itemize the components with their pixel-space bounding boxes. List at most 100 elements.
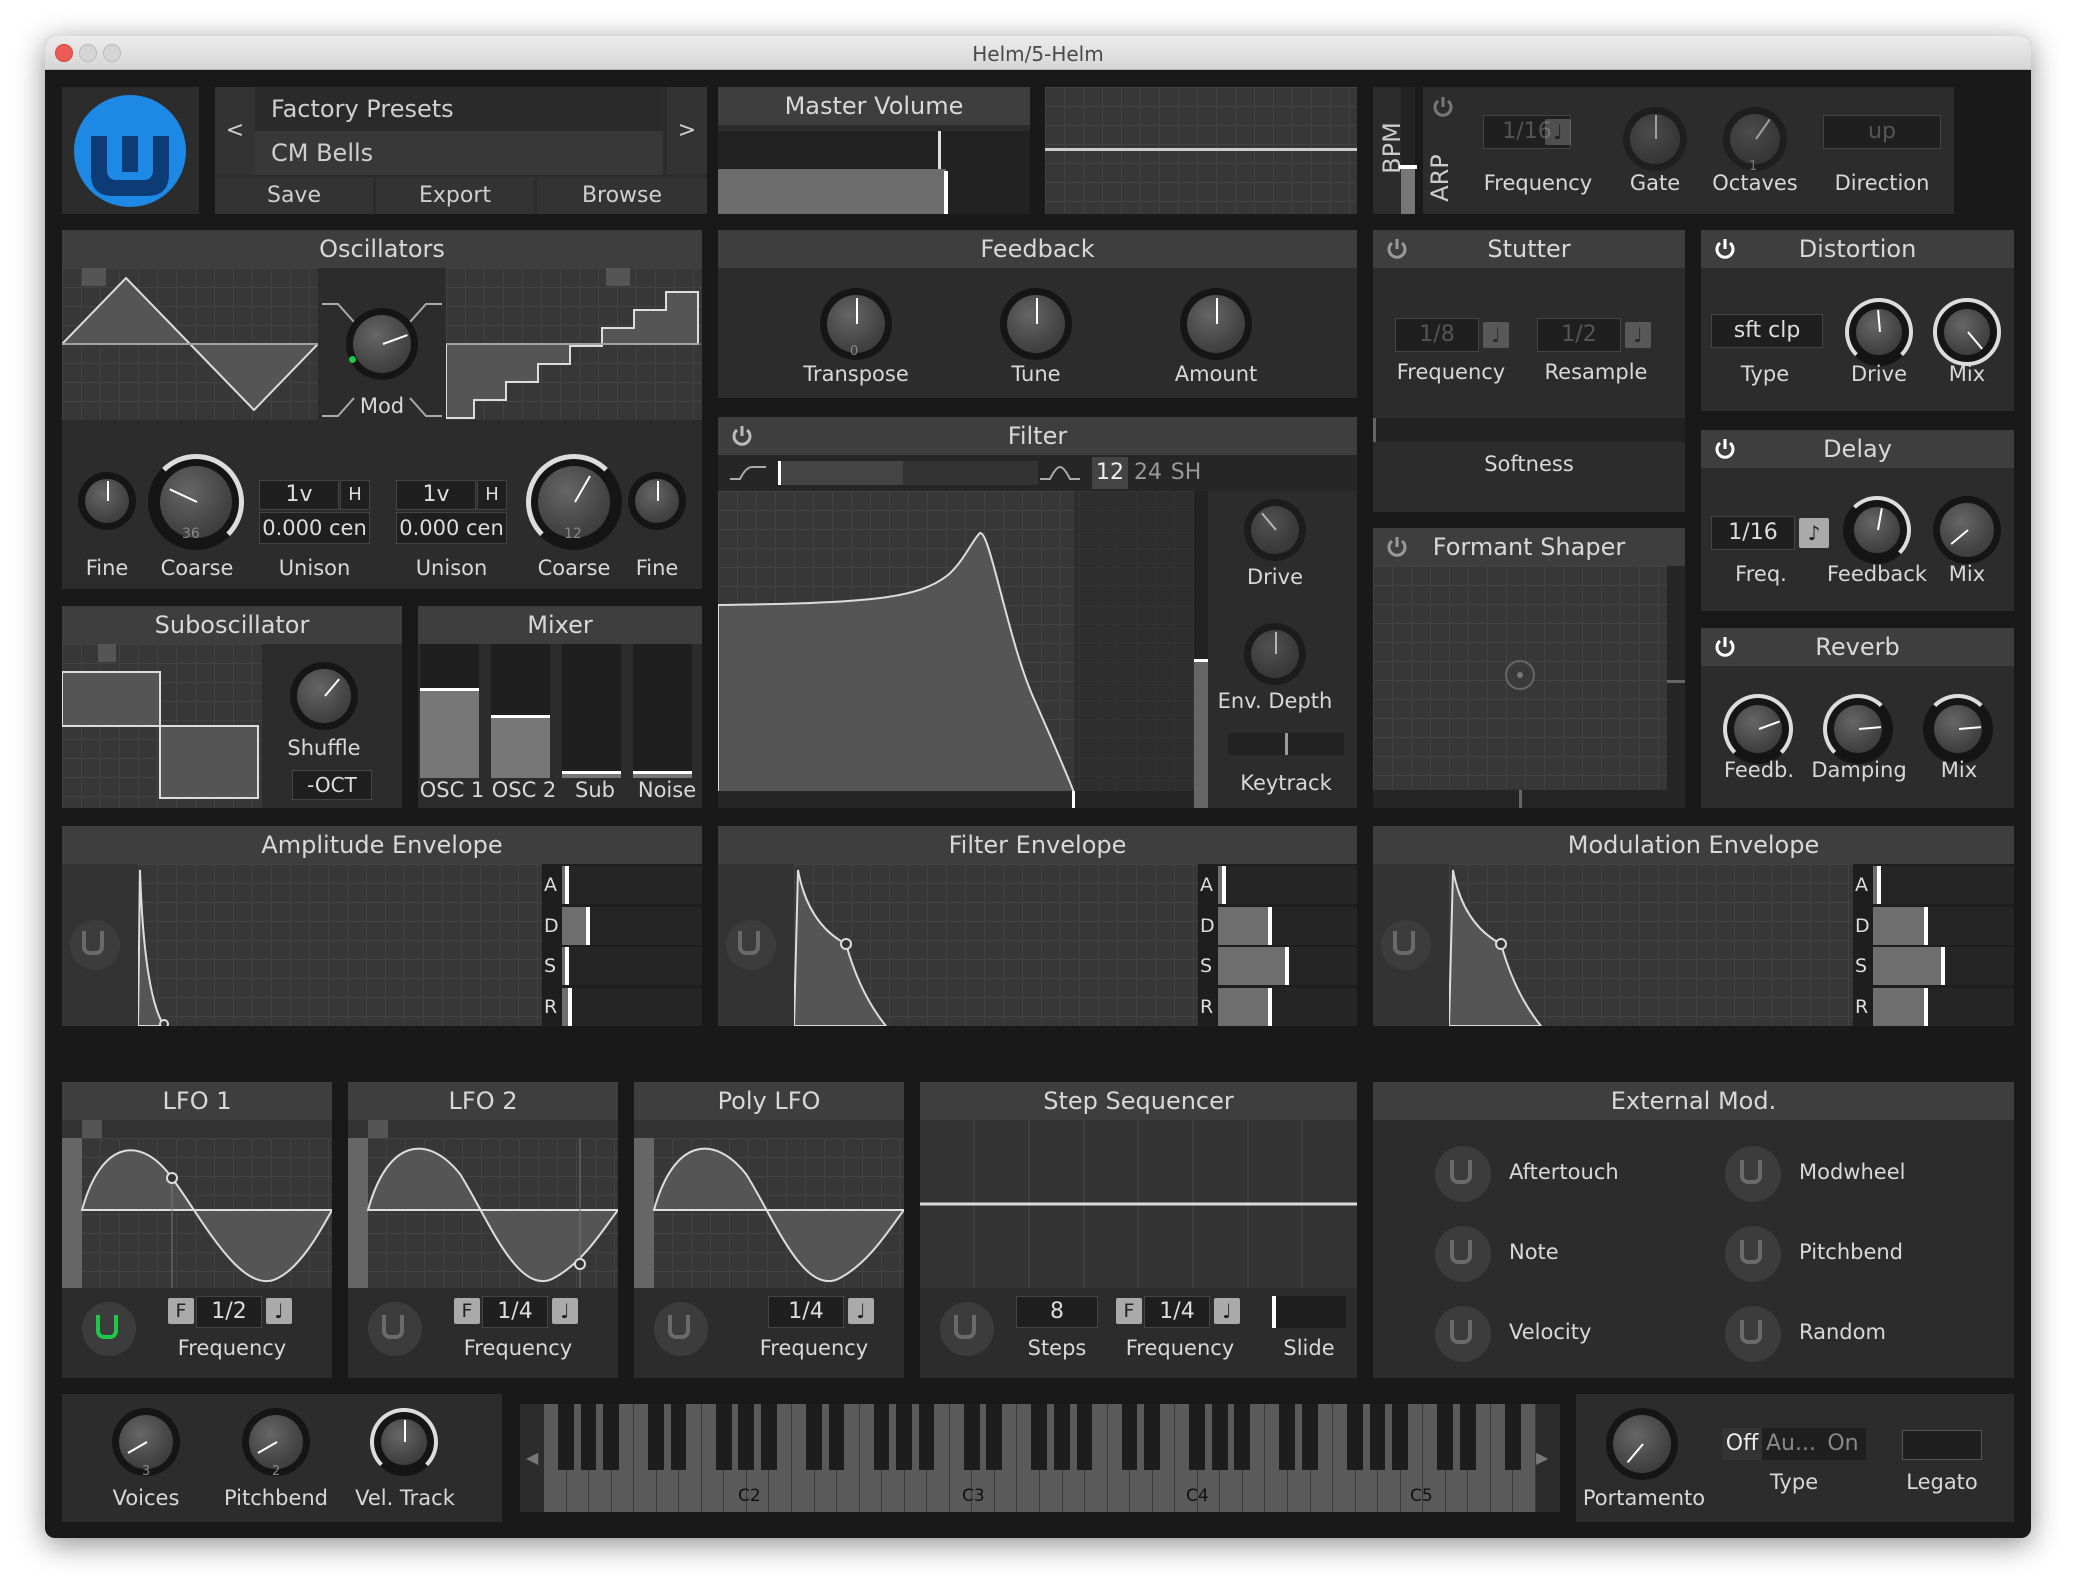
black-key[interactable] (557, 1404, 574, 1470)
delay-feedback-knob[interactable] (1843, 496, 1911, 564)
filter-slope-24[interactable]: 24 (1130, 457, 1166, 489)
delay-frequency-value[interactable]: 1/16 (1711, 516, 1795, 550)
reverb-damping-knob[interactable] (1823, 694, 1893, 764)
arp-gate-knob[interactable] (1623, 107, 1687, 171)
filter-env-depth-knob[interactable] (1244, 623, 1306, 685)
black-key[interactable] (1504, 1404, 1521, 1470)
mixer-slider-2[interactable] (491, 644, 550, 778)
mod-env-mod-source-icon[interactable] (1381, 920, 1431, 970)
black-key[interactable] (896, 1404, 912, 1470)
filter-keytrack-slider[interactable] (1228, 733, 1344, 755)
black-key[interactable] (1144, 1404, 1160, 1470)
step-seq-slide-slider[interactable] (1272, 1296, 1346, 1328)
black-key[interactable] (1121, 1404, 1138, 1470)
filter-power-icon[interactable] (730, 424, 754, 448)
poly-lfo-waveform[interactable] (634, 1138, 904, 1288)
osc1-waveform[interactable] (62, 268, 318, 420)
lfo2-free-toggle[interactable]: F (454, 1298, 480, 1324)
black-key[interactable] (1053, 1404, 1070, 1470)
env-r-slider[interactable] (1873, 987, 2014, 1026)
filter-env-graph[interactable] (794, 864, 1198, 1026)
save-button[interactable]: Save (215, 177, 373, 214)
env-a-slider[interactable] (1873, 866, 2014, 904)
osc1-unison-detune[interactable]: 0.000 cen (259, 512, 370, 544)
resample-tempo-sync-icon[interactable]: ♩ (1625, 322, 1651, 348)
delay-power-icon[interactable] (1713, 437, 1737, 461)
black-key[interactable] (1347, 1404, 1363, 1470)
distortion-type-value[interactable]: sft clp (1711, 314, 1823, 348)
feedback-amount-knob[interactable] (1180, 288, 1252, 360)
note-mod-icon[interactable] (1435, 1226, 1491, 1282)
mod-env-adsr-sliders[interactable]: ADSR (1853, 864, 2014, 1026)
black-key[interactable] (805, 1404, 822, 1470)
env-d-slider[interactable] (1218, 906, 1357, 945)
bpm-panel[interactable]: BPM (1373, 87, 1417, 214)
env-r-slider[interactable] (1218, 987, 1357, 1026)
black-key[interactable] (918, 1404, 935, 1470)
export-button[interactable]: Export (376, 177, 534, 214)
poly-lfo-frequency-value[interactable]: 1/4 (768, 1296, 844, 1328)
stutter-softness-slider[interactable] (1373, 418, 1685, 442)
reverb-feedback-knob[interactable] (1723, 694, 1793, 764)
stutter-tempo-sync-icon[interactable]: ♩ (1483, 322, 1509, 348)
black-key[interactable] (963, 1404, 980, 1470)
black-key[interactable] (1369, 1404, 1386, 1470)
portamento-auto-button[interactable]: Au... (1762, 1428, 1820, 1460)
amp-env-mod-source-icon[interactable] (70, 920, 120, 970)
step-seq-tempo-sync-icon[interactable]: ♩ (1214, 1298, 1240, 1324)
black-key[interactable] (986, 1404, 1003, 1470)
mixer-slider-4[interactable] (633, 644, 692, 778)
filter-blend-slider[interactable] (778, 461, 1038, 485)
black-key[interactable] (1279, 1404, 1296, 1470)
osc2-voices-value[interactable]: 1v (396, 480, 476, 510)
arp-tempo-sync-icon[interactable]: ♩ (1545, 119, 1571, 145)
pitchbend-mod-icon[interactable] (1725, 1226, 1781, 1282)
amp-env-adsr-sliders[interactable]: ADSR (542, 864, 702, 1026)
env-d-slider[interactable] (1873, 906, 2014, 945)
osc2-waveform[interactable] (446, 268, 702, 420)
mixer-slider-3[interactable] (562, 644, 621, 778)
keyboard-scroll-right-icon[interactable]: ▶ (1536, 1448, 1548, 1467)
arp-power-icon[interactable] (1431, 95, 1455, 119)
black-key[interactable] (1211, 1404, 1228, 1470)
filter-response-graph[interactable] (718, 491, 1194, 808)
feedback-tune-knob[interactable] (1000, 288, 1072, 360)
osc1-harmonize-toggle[interactable]: H (340, 480, 370, 510)
env-s-slider[interactable] (1873, 947, 2014, 985)
osc-mod-knob[interactable] (346, 308, 418, 380)
reverb-power-icon[interactable] (1713, 635, 1737, 659)
osc2-harmonize-toggle[interactable]: H (477, 480, 507, 510)
lfo1-mod-source-icon[interactable] (82, 1302, 136, 1356)
filter-env-mod-source-icon[interactable] (726, 920, 776, 970)
lfo1-frequency-value[interactable]: 1/2 (196, 1296, 262, 1328)
black-key[interactable] (1076, 1404, 1093, 1470)
osc1-fine-knob[interactable] (78, 472, 136, 530)
delay-mix-knob[interactable] (1933, 496, 2001, 564)
step-seq-free-toggle[interactable]: F (1116, 1298, 1142, 1324)
patch-bank[interactable]: Factory Presets (255, 87, 663, 131)
black-key[interactable] (1234, 1404, 1251, 1470)
mod-env-graph[interactable] (1449, 864, 1853, 1026)
env-a-slider[interactable] (562, 866, 702, 904)
browse-button[interactable]: Browse (537, 177, 707, 214)
filter-env-adsr-sliders[interactable]: ADSR (1198, 864, 1357, 1026)
velocity-mod-icon[interactable] (1435, 1306, 1491, 1362)
portamento-on-button[interactable]: On (1820, 1428, 1866, 1460)
lfo2-frequency-value[interactable]: 1/4 (482, 1296, 548, 1328)
distortion-power-icon[interactable] (1713, 237, 1737, 261)
step-seq-frequency-value[interactable]: 1/4 (1144, 1296, 1210, 1328)
lfo2-tempo-sync-icon[interactable]: ♩ (552, 1298, 578, 1324)
random-mod-icon[interactable] (1725, 1306, 1781, 1362)
black-key[interactable] (1392, 1404, 1408, 1470)
prev-patch-button[interactable]: < (215, 87, 255, 175)
osc1-voices-value[interactable]: 1v (259, 480, 339, 510)
black-key[interactable] (670, 1404, 687, 1470)
filter-drive-knob[interactable] (1244, 499, 1306, 561)
stutter-frequency-value[interactable]: 1/8 (1395, 318, 1479, 352)
filter-cutoff-slider[interactable] (718, 791, 1194, 808)
sub-waveform[interactable] (62, 644, 262, 808)
distortion-mix-knob[interactable] (1933, 298, 2001, 366)
black-key[interactable] (1031, 1404, 1048, 1470)
osc2-unison-detune[interactable]: 0.000 cen (396, 512, 507, 544)
patch-name[interactable]: CM Bells (255, 131, 663, 175)
